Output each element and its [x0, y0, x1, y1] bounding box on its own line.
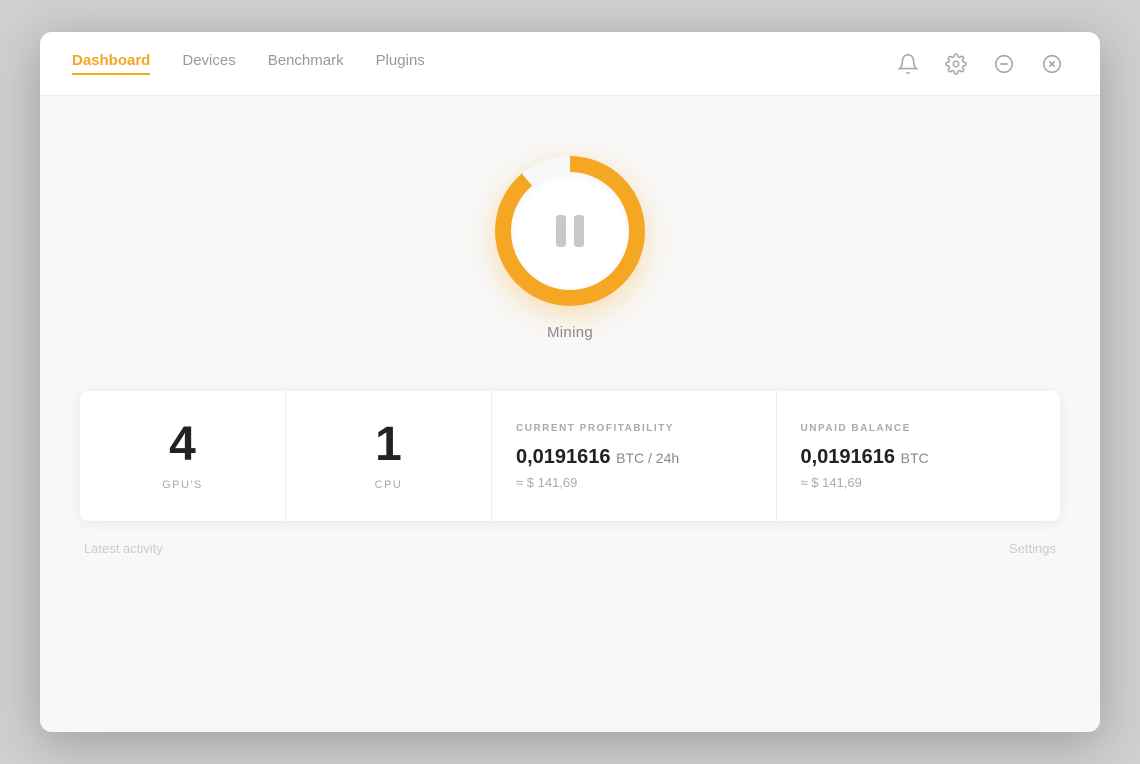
- stats-row: 4 GPU'S 1 CPU CURRENT PROFITABILITY 0,01…: [80, 391, 1060, 521]
- balance-usd: ≈ $ 141,69: [801, 475, 862, 490]
- gpu-count: 4: [169, 421, 196, 469]
- pause-bar-right: [574, 215, 584, 247]
- stat-card-balance: UNPAID BALANCE 0,0191616 BTC ≈ $ 141,69: [777, 391, 1061, 521]
- nav-item-benchmark[interactable]: Benchmark: [268, 52, 344, 75]
- nav-bar: Dashboard Devices Benchmark Plugins: [40, 32, 1100, 96]
- profitability-btc: 0,0191616 BTC / 24h: [516, 446, 679, 469]
- minimize-icon[interactable]: [988, 48, 1020, 80]
- pause-bar-left: [556, 215, 566, 247]
- stat-card-profitability: CURRENT PROFITABILITY 0,0191616 BTC / 24…: [492, 391, 777, 521]
- nav-item-plugins[interactable]: Plugins: [376, 52, 425, 75]
- bottom-hint-row: Latest activity Settings: [80, 541, 1060, 556]
- profitability-usd: ≈ $ 141,69: [516, 475, 577, 490]
- pause-icon: [556, 215, 584, 247]
- nav-item-devices[interactable]: Devices: [182, 52, 235, 75]
- balance-title: UNPAID BALANCE: [801, 423, 911, 434]
- nav-item-dashboard[interactable]: Dashboard: [72, 52, 150, 75]
- app-window: Dashboard Devices Benchmark Plugins: [40, 32, 1100, 732]
- cpu-label: CPU: [375, 479, 403, 491]
- nav-right-icons: [892, 48, 1068, 80]
- mining-section: Mining: [495, 156, 645, 341]
- main-content: Mining 4 GPU'S 1 CPU CURRENT PROFITABILI…: [40, 96, 1100, 732]
- cpu-count: 1: [375, 421, 402, 469]
- mining-btn-inner: [511, 172, 629, 290]
- close-icon[interactable]: [1036, 48, 1068, 80]
- nav-items: Dashboard Devices Benchmark Plugins: [72, 52, 425, 75]
- gpu-label: GPU'S: [162, 479, 203, 491]
- stat-card-gpus: 4 GPU'S: [80, 391, 286, 521]
- mining-status-label: Mining: [547, 324, 593, 341]
- balance-btc: 0,0191616 BTC: [801, 446, 929, 469]
- profitability-title: CURRENT PROFITABILITY: [516, 423, 674, 434]
- bell-icon[interactable]: [892, 48, 924, 80]
- stat-card-cpu: 1 CPU: [286, 391, 492, 521]
- bottom-hint-left: Latest activity: [84, 541, 163, 556]
- settings-icon[interactable]: [940, 48, 972, 80]
- mining-toggle-button[interactable]: [495, 156, 645, 306]
- bottom-hint-right: Settings: [1009, 541, 1056, 556]
